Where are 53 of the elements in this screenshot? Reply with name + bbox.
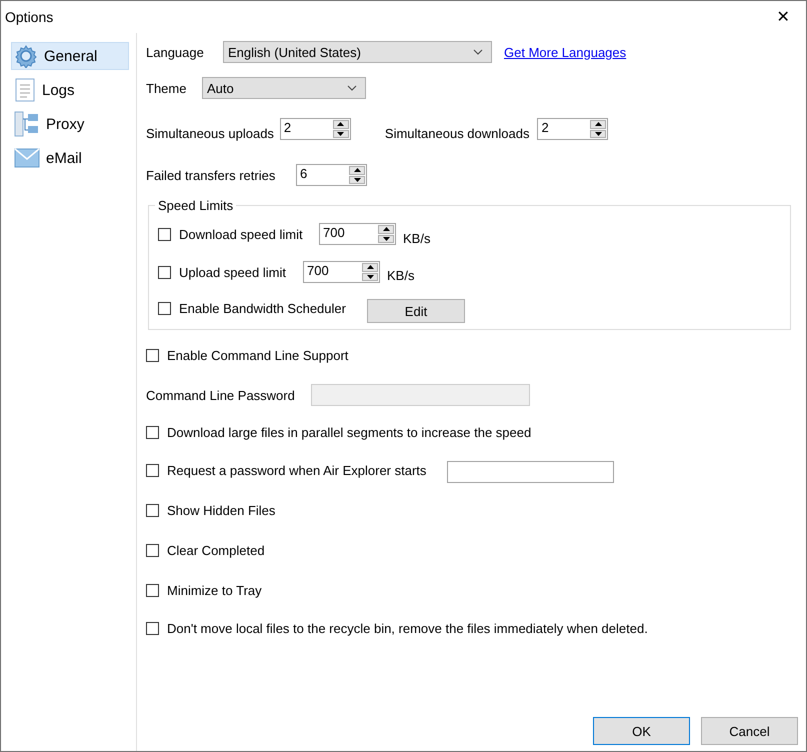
get-languages-link[interactable]: Get More Languages bbox=[504, 44, 626, 60]
checkbox[interactable] bbox=[146, 348, 159, 362]
checkbox-label: Request a password when Air Explorer starts bbox=[167, 462, 428, 478]
checkbox-label: Enable Command Line Support bbox=[167, 348, 348, 362]
edit-button[interactable]: Edit bbox=[367, 299, 465, 323]
checkbox[interactable] bbox=[146, 622, 159, 634]
window-title: Options bbox=[5, 9, 54, 25]
envelope-icon bbox=[14, 148, 40, 168]
sidebar-item[interactable]: eMail bbox=[11, 144, 129, 172]
unit-label: KB/s bbox=[387, 268, 414, 282]
checkbox-label: Enable Bandwidth Scheduler bbox=[179, 300, 347, 316]
password-field[interactable] bbox=[447, 461, 614, 483]
theme-dropdown[interactable]: Auto bbox=[202, 77, 366, 99]
network-icon bbox=[14, 111, 40, 137]
field-label: Simultaneous uploads bbox=[146, 126, 274, 140]
checkbox-label: Upload speed limit bbox=[179, 264, 287, 280]
checkbox[interactable] bbox=[146, 584, 159, 596]
number-spinner[interactable]: 2 bbox=[280, 118, 351, 140]
field-label: Theme bbox=[146, 80, 188, 96]
checkbox-label: Don't move local files to the recycle bin, remove the files immediately when deleted. bbox=[167, 620, 648, 636]
ok-button[interactable]: OK bbox=[593, 717, 690, 745]
group-title: Speed Limits bbox=[155, 198, 236, 213]
field-label: Command Line Password bbox=[146, 388, 296, 402]
sidebar-item[interactable]: Proxy bbox=[11, 110, 129, 138]
number-spinner[interactable]: 700 bbox=[303, 261, 380, 283]
checkbox-label: Show Hidden Files bbox=[167, 502, 276, 518]
number-spinner[interactable]: 6 bbox=[296, 164, 367, 186]
unit-label: KB/s bbox=[403, 230, 430, 246]
checkbox-label: Download speed limit bbox=[179, 226, 304, 242]
close-button[interactable]: ✕ bbox=[760, 1, 806, 33]
sidebar-item[interactable]: General bbox=[11, 42, 129, 70]
checkbox[interactable] bbox=[146, 504, 159, 516]
chevron-down-icon bbox=[347, 85, 357, 91]
checkbox[interactable] bbox=[146, 426, 159, 438]
language-dropdown[interactable]: English (United States) bbox=[223, 41, 492, 63]
checkbox[interactable] bbox=[158, 228, 171, 240]
checkbox-label: Minimize to Tray bbox=[167, 582, 262, 598]
cancel-button[interactable]: Cancel bbox=[701, 717, 798, 745]
field-label: Failed transfers retries bbox=[146, 168, 276, 182]
checkbox[interactable] bbox=[158, 302, 171, 314]
checkbox[interactable] bbox=[158, 266, 171, 278]
number-spinner[interactable]: 2 bbox=[537, 118, 608, 140]
field-label: Simultaneous downloads bbox=[384, 126, 530, 140]
number-spinner[interactable]: 700 bbox=[319, 223, 396, 245]
sidebar-item[interactable]: Logs bbox=[11, 76, 129, 104]
checkbox[interactable] bbox=[146, 464, 159, 476]
checkbox-label: Clear Completed bbox=[167, 542, 265, 558]
gear-icon bbox=[14, 44, 38, 68]
chevron-down-icon bbox=[473, 49, 483, 55]
document-icon bbox=[14, 78, 36, 102]
field-label: Language bbox=[146, 44, 205, 60]
checkbox-label: Download large files in parallel segments to increase the speed bbox=[167, 424, 532, 440]
checkbox[interactable] bbox=[146, 544, 159, 556]
